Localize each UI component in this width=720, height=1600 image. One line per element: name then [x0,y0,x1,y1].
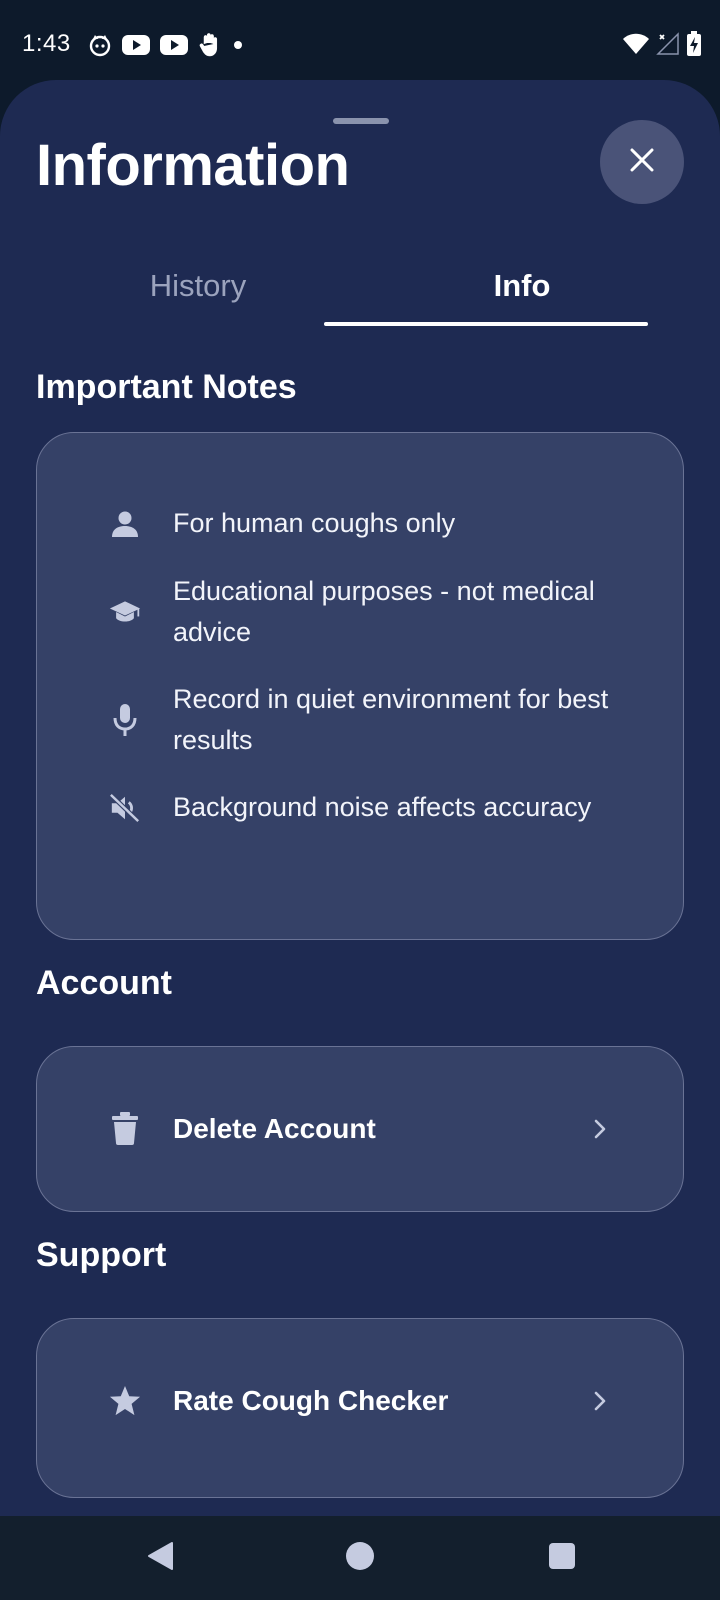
home-button[interactable] [340,1538,380,1578]
note-text: Educational purposes - not medical advic… [173,576,595,647]
microphone-icon [109,704,141,736]
note-text: For human coughs only [173,508,456,538]
important-notes-card: For human coughs only Educational purpos… [36,432,684,940]
dot-icon [232,39,244,51]
system-icons [622,30,702,58]
close-icon [628,146,656,179]
youtube-icon [122,34,150,56]
tab-bar: History Info [36,250,684,322]
hand-icon [198,32,222,58]
recents-icon [548,1542,576,1575]
note-item: Record in quiet environment for best res… [109,679,629,761]
note-text: Background noise affects accuracy [173,792,592,822]
person-icon [109,508,141,540]
rate-app-button[interactable]: Rate Cough Checker [109,1319,611,1483]
note-item: Background noise affects accuracy [109,787,629,828]
back-icon [145,1540,175,1577]
graduation-cap-icon [109,596,141,628]
battery-charging-icon [686,31,702,57]
section-title-account: Account [36,964,172,1002]
cat-face-icon [88,33,112,57]
page-title: Information [36,133,350,198]
home-icon [345,1541,375,1576]
youtube-icon [160,34,188,56]
note-item: Educational purposes - not medical advic… [109,571,629,653]
star-icon [109,1385,141,1417]
notification-icons [88,32,244,58]
chevron-right-icon [589,1118,611,1140]
rate-app-label: Rate Cough Checker [173,1385,449,1416]
cellular-no-signal-icon [656,32,680,56]
note-item: For human coughs only [109,503,629,544]
support-card: Rate Cough Checker [36,1318,684,1498]
wifi-icon [622,32,650,56]
back-button[interactable] [140,1538,180,1578]
tab-info[interactable]: Info [360,250,684,322]
delete-account-label: Delete Account [173,1113,376,1144]
section-title-support: Support [36,1236,167,1274]
tab-indicator [324,322,648,326]
close-button[interactable] [600,120,684,204]
recents-button[interactable] [542,1538,582,1578]
note-text: Record in quiet environment for best res… [173,684,609,755]
tab-history[interactable]: History [36,250,360,322]
account-card: Delete Account [36,1046,684,1212]
volume-off-icon [109,792,141,824]
drag-handle[interactable] [333,118,389,124]
system-navigation-bar [0,1516,720,1600]
section-title-important-notes: Important Notes [36,368,297,406]
trash-icon [109,1112,141,1145]
status-time: 1:43 [22,30,71,57]
delete-account-button[interactable]: Delete Account [109,1047,611,1211]
status-bar: 1:43 [0,0,720,80]
chevron-right-icon [589,1390,611,1412]
